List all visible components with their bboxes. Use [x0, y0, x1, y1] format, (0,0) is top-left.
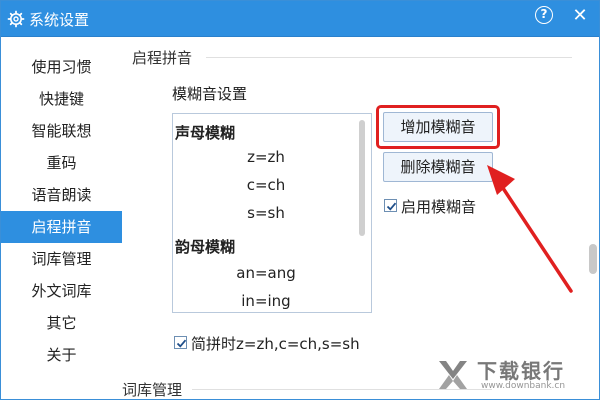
help-button[interactable]: ?	[535, 6, 553, 24]
sidebar-item-usage-habits[interactable]: 使用习惯	[1, 51, 122, 83]
add-fuzzy-button[interactable]: 增加模糊音	[383, 112, 493, 142]
list-item[interactable]: an=ang	[173, 264, 359, 282]
list-heading-initials: 声母模糊	[175, 124, 236, 142]
watermark-url: www.downbank.cn	[481, 381, 566, 391]
sidebar: 使用习惯 快捷键 智能联想 重码 语音朗读 启程拼音 词库管理 外文词库 其它 …	[1, 37, 122, 399]
fuzzy-settings-label: 模糊音设置	[172, 85, 248, 103]
sidebar-item-about[interactable]: 关于	[1, 339, 122, 371]
sidebar-item-voice-reading[interactable]: 语音朗读	[1, 179, 122, 211]
enable-fuzzy-label: 启用模糊音	[401, 198, 477, 216]
sidebar-item-foreign-dictionary[interactable]: 外文词库	[1, 275, 122, 307]
list-item[interactable]: z=zh	[173, 148, 359, 166]
annotation-arrow-icon	[487, 165, 573, 293]
fuzzy-rule-list[interactable]: 声母模糊 z=zh c=ch s=sh 韵母模糊 an=ang in=ing	[172, 113, 372, 313]
sidebar-item-shortcuts[interactable]: 快捷键	[1, 83, 122, 115]
section-divider	[206, 57, 572, 58]
watermark-brand: 下载银行	[477, 359, 565, 383]
window-title: 系统设置	[29, 11, 90, 29]
title-bar: 系统设置 ? ✕	[1, 1, 599, 37]
list-item[interactable]: in=ing	[173, 292, 359, 310]
shorthand-label: 简拼时z=zh,c=ch,s=sh	[191, 335, 360, 353]
sidebar-item-other[interactable]: 其它	[1, 307, 122, 339]
list-scrollbar-thumb[interactable]	[359, 120, 365, 236]
settings-scrollbar-thumb[interactable]	[589, 244, 597, 274]
sidebar-item-qicheng-pinyin[interactable]: 启程拼音	[1, 211, 122, 243]
list-item[interactable]: c=ch	[173, 176, 359, 194]
checkmark-icon	[386, 202, 397, 211]
enable-fuzzy-checkbox[interactable]	[384, 199, 397, 212]
list-item[interactable]: s=sh	[173, 204, 359, 222]
checkmark-icon	[176, 339, 187, 348]
sidebar-item-dictionary-management[interactable]: 词库管理	[1, 243, 122, 275]
watermark: 下载银行 www.downbank.cn	[433, 353, 593, 397]
shorthand-checkbox[interactable]	[174, 336, 187, 349]
downbank-logo-icon	[439, 361, 467, 389]
sidebar-item-smart-association[interactable]: 智能联想	[1, 115, 122, 147]
sidebar-item-duplicate-codes[interactable]: 重码	[1, 147, 122, 179]
close-button[interactable]: ✕	[569, 6, 591, 26]
section-title: 启程拼音	[132, 49, 193, 67]
next-section-title: 词库管理	[122, 381, 183, 399]
settings-window: 系统设置 ? ✕ 使用习惯 快捷键 智能联想 重码 语音朗读 启程拼音 词库管理…	[0, 0, 600, 400]
list-heading-finals: 韵母模糊	[175, 238, 236, 256]
gear-icon	[7, 10, 25, 28]
